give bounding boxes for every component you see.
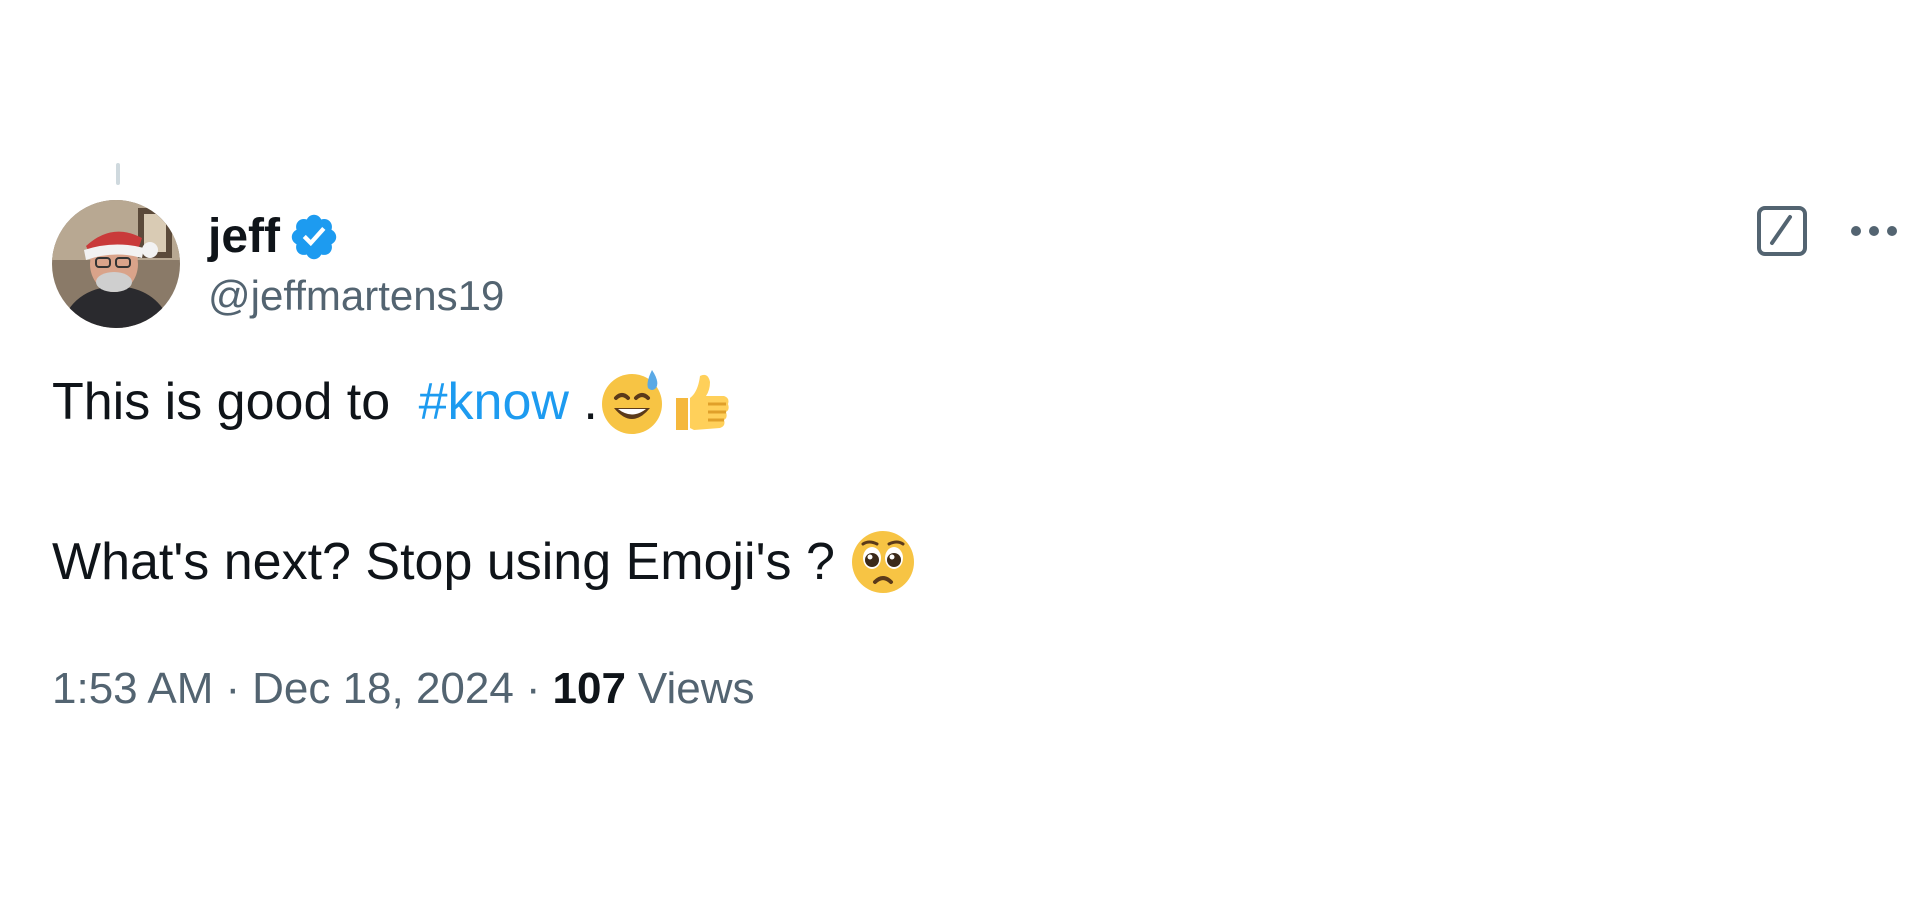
more-options-icon[interactable]	[1842, 205, 1906, 257]
profile-photo-icon	[52, 200, 180, 328]
tweet-text-suffix: .	[568, 372, 598, 431]
pleading-face-emoji-icon	[849, 528, 917, 596]
author-display-name[interactable]: jeff	[208, 212, 280, 261]
tweet-time[interactable]: 1:53 AM	[52, 664, 213, 714]
tweet-meta: 1:53 AM · Dec 18, 2024 · 107 Views	[52, 664, 755, 714]
tweet-page: jeff @jeffmartens19 This is good to #kno…	[0, 0, 1920, 900]
grok-icon[interactable]	[1756, 205, 1808, 257]
author-identity: jeff @jeffmartens19	[208, 209, 504, 319]
avatar[interactable]	[52, 200, 180, 328]
tweet-text-line-1: This is good to #know .	[52, 368, 1832, 436]
tweet-text-line-2: What's next? Stop using Emoji's ?	[52, 528, 1832, 596]
tweet-text-line-2-text: What's next? Stop using Emoji's ?	[52, 532, 850, 591]
views-label[interactable]: Views	[638, 664, 755, 714]
tweet-header: jeff @jeffmartens19	[52, 200, 504, 328]
tweet-date[interactable]: Dec 18, 2024	[252, 664, 514, 714]
meta-separator: ·	[525, 664, 541, 713]
thumbs-up-emoji-icon	[666, 368, 734, 436]
tweet-top-actions	[1756, 205, 1920, 257]
author-handle[interactable]: @jeffmartens19	[208, 272, 504, 319]
thread-connector-line	[116, 163, 120, 185]
hashtag-link[interactable]: #know	[419, 371, 569, 433]
sweat-smile-emoji-icon	[598, 368, 666, 436]
verified-badge-icon[interactable]	[288, 211, 340, 263]
meta-separator: ·	[225, 664, 241, 713]
tweet-text-prefix: This is good to	[52, 372, 405, 431]
tweet-text: This is good to #know . What's next? Sto…	[52, 368, 1832, 596]
name-row: jeff	[208, 209, 504, 265]
views-count[interactable]: 107	[553, 664, 626, 714]
